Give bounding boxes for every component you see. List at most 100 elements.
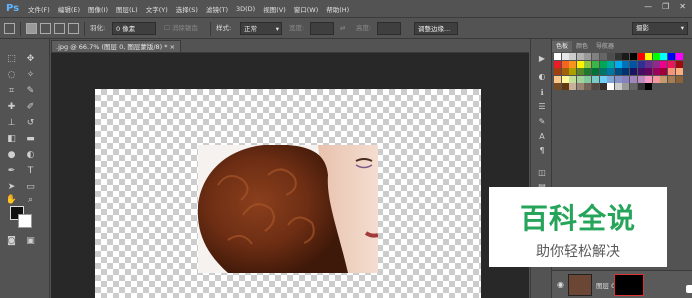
pen-tool-icon[interactable]: ✒: [5, 165, 18, 177]
color-swatch[interactable]: [607, 53, 615, 60]
canvas-area[interactable]: [51, 53, 529, 298]
menu-item[interactable]: 视图(V): [263, 4, 286, 14]
workspace-select[interactable]: 摄影 ▾: [632, 22, 688, 35]
color-swatch[interactable]: [637, 53, 645, 60]
menu-item[interactable]: 文件(F): [28, 4, 50, 14]
menu-item[interactable]: 帮助(H): [326, 4, 349, 14]
layer-row[interactable]: ◉ 图层 0: [552, 270, 692, 298]
crop-tool-icon[interactable]: ⌗: [5, 85, 18, 97]
history-brush-icon[interactable]: ↺: [24, 117, 37, 129]
color-swatch[interactable]: [569, 60, 577, 68]
brush-tool-icon[interactable]: ✐: [24, 101, 37, 113]
color-swatch[interactable]: [554, 75, 561, 83]
style-select[interactable]: 正常 ▾: [240, 22, 282, 35]
info-icon[interactable]: ℹ: [536, 87, 548, 98]
menu-item[interactable]: 3D(D): [236, 5, 255, 13]
width-input[interactable]: [310, 22, 334, 35]
clone-stamp-icon[interactable]: ⊥: [5, 117, 18, 129]
color-swatch[interactable]: [561, 68, 569, 76]
color-swatch[interactable]: [614, 60, 622, 68]
marquee-tool-preset-icon[interactable]: [4, 23, 15, 34]
menu-item[interactable]: 图像(I): [88, 4, 108, 14]
panel-tab[interactable]: 导航器: [592, 41, 618, 52]
feather-input[interactable]: 0 像素: [112, 22, 156, 35]
lasso-tool-icon[interactable]: ◌: [5, 69, 18, 81]
color-swatch[interactable]: [607, 75, 615, 83]
layer-mask-thumbnail[interactable]: [614, 274, 692, 296]
dodge-tool-icon[interactable]: ◐: [24, 149, 37, 161]
color-swatch[interactable]: [607, 83, 615, 91]
intersect-selection-icon[interactable]: [68, 23, 79, 34]
panel-tab[interactable]: 色板: [552, 41, 573, 52]
color-swatch[interactable]: [576, 83, 584, 91]
color-swatch[interactable]: [599, 60, 607, 68]
blur-tool-icon[interactable]: ●: [5, 149, 18, 161]
color-swatch[interactable]: [637, 68, 645, 76]
color-swatch[interactable]: [614, 83, 622, 91]
color-swatch[interactable]: [675, 60, 683, 68]
menu-item[interactable]: 滤镜(T): [206, 4, 228, 14]
close-tab-icon[interactable]: ×: [170, 43, 175, 51]
color-swatch[interactable]: [629, 75, 637, 83]
color-swatch[interactable]: [622, 83, 630, 91]
visibility-eye-icon[interactable]: ◉: [557, 280, 564, 289]
color-swatch[interactable]: [607, 68, 615, 76]
color-swatch[interactable]: [637, 60, 645, 68]
color-swatch[interactable]: [599, 83, 607, 91]
color-swatch[interactable]: [591, 83, 599, 91]
color-swatch[interactable]: [667, 60, 675, 68]
menu-item[interactable]: 选择(S): [176, 4, 198, 14]
add-selection-icon[interactable]: [40, 23, 51, 34]
color-swatch[interactable]: [569, 83, 577, 91]
antialias-checkbox[interactable]: ☐ 消除锯齿: [164, 22, 198, 35]
color-swatch[interactable]: [622, 68, 630, 76]
adjust-icon[interactable]: ◐: [536, 71, 548, 82]
color-swatch[interactable]: [614, 53, 622, 60]
color-swatch[interactable]: [667, 68, 675, 76]
color-swatch[interactable]: [645, 60, 653, 68]
color-swatch[interactable]: [561, 75, 569, 83]
marquee-tool-icon[interactable]: ⬚: [5, 53, 18, 65]
color-swatch[interactable]: [607, 60, 615, 68]
screen-mode-icon[interactable]: ▣: [24, 235, 37, 247]
color-swatch[interactable]: [584, 68, 592, 76]
restore-icon[interactable]: ❐: [662, 2, 669, 11]
color-swatch[interactable]: [675, 68, 683, 76]
menu-item[interactable]: 图层(L): [116, 4, 138, 14]
paragraph-icon[interactable]: ¶: [536, 145, 548, 156]
color-swatch[interactable]: [652, 60, 660, 68]
eraser-tool-icon[interactable]: ◧: [5, 133, 18, 145]
color-swatch[interactable]: [591, 53, 599, 60]
color-swatch[interactable]: [554, 83, 561, 91]
color-swatch[interactable]: [584, 75, 592, 83]
color-swatch[interactable]: [629, 68, 637, 76]
color-swatch[interactable]: [599, 75, 607, 83]
color-swatch[interactable]: [645, 75, 653, 83]
color-swatch[interactable]: [622, 53, 630, 60]
magic-wand-icon[interactable]: ✧: [24, 69, 37, 81]
color-swatch[interactable]: [599, 68, 607, 76]
color-swatch[interactable]: [637, 75, 645, 83]
color-swatch[interactable]: [561, 83, 569, 91]
color-swatch[interactable]: [561, 60, 569, 68]
color-swatch[interactable]: [645, 68, 653, 76]
eyedropper-icon[interactable]: ✎: [24, 85, 37, 97]
menu-item[interactable]: 窗口(W): [294, 4, 319, 14]
color-swatch[interactable]: [554, 60, 561, 68]
color-swatch[interactable]: [660, 68, 668, 76]
color-swatch[interactable]: [614, 68, 622, 76]
color-swatch[interactable]: [622, 75, 630, 83]
document-canvas[interactable]: [95, 89, 481, 298]
swap-icon[interactable]: ⇄: [340, 22, 345, 35]
path-selection-icon[interactable]: ➤: [5, 181, 18, 193]
color-swatch[interactable]: [569, 53, 577, 60]
subtract-selection-icon[interactable]: [54, 23, 65, 34]
color-swatch[interactable]: [660, 60, 668, 68]
type-tool-icon[interactable]: T: [24, 165, 37, 177]
quick-mask-icon[interactable]: ◙: [5, 235, 18, 247]
color-swatch[interactable]: [599, 53, 607, 60]
color-swatch[interactable]: [652, 75, 660, 83]
properties-icon[interactable]: ☰: [536, 101, 548, 112]
color-swatch[interactable]: [645, 83, 653, 91]
color-swatch[interactable]: [569, 68, 577, 76]
